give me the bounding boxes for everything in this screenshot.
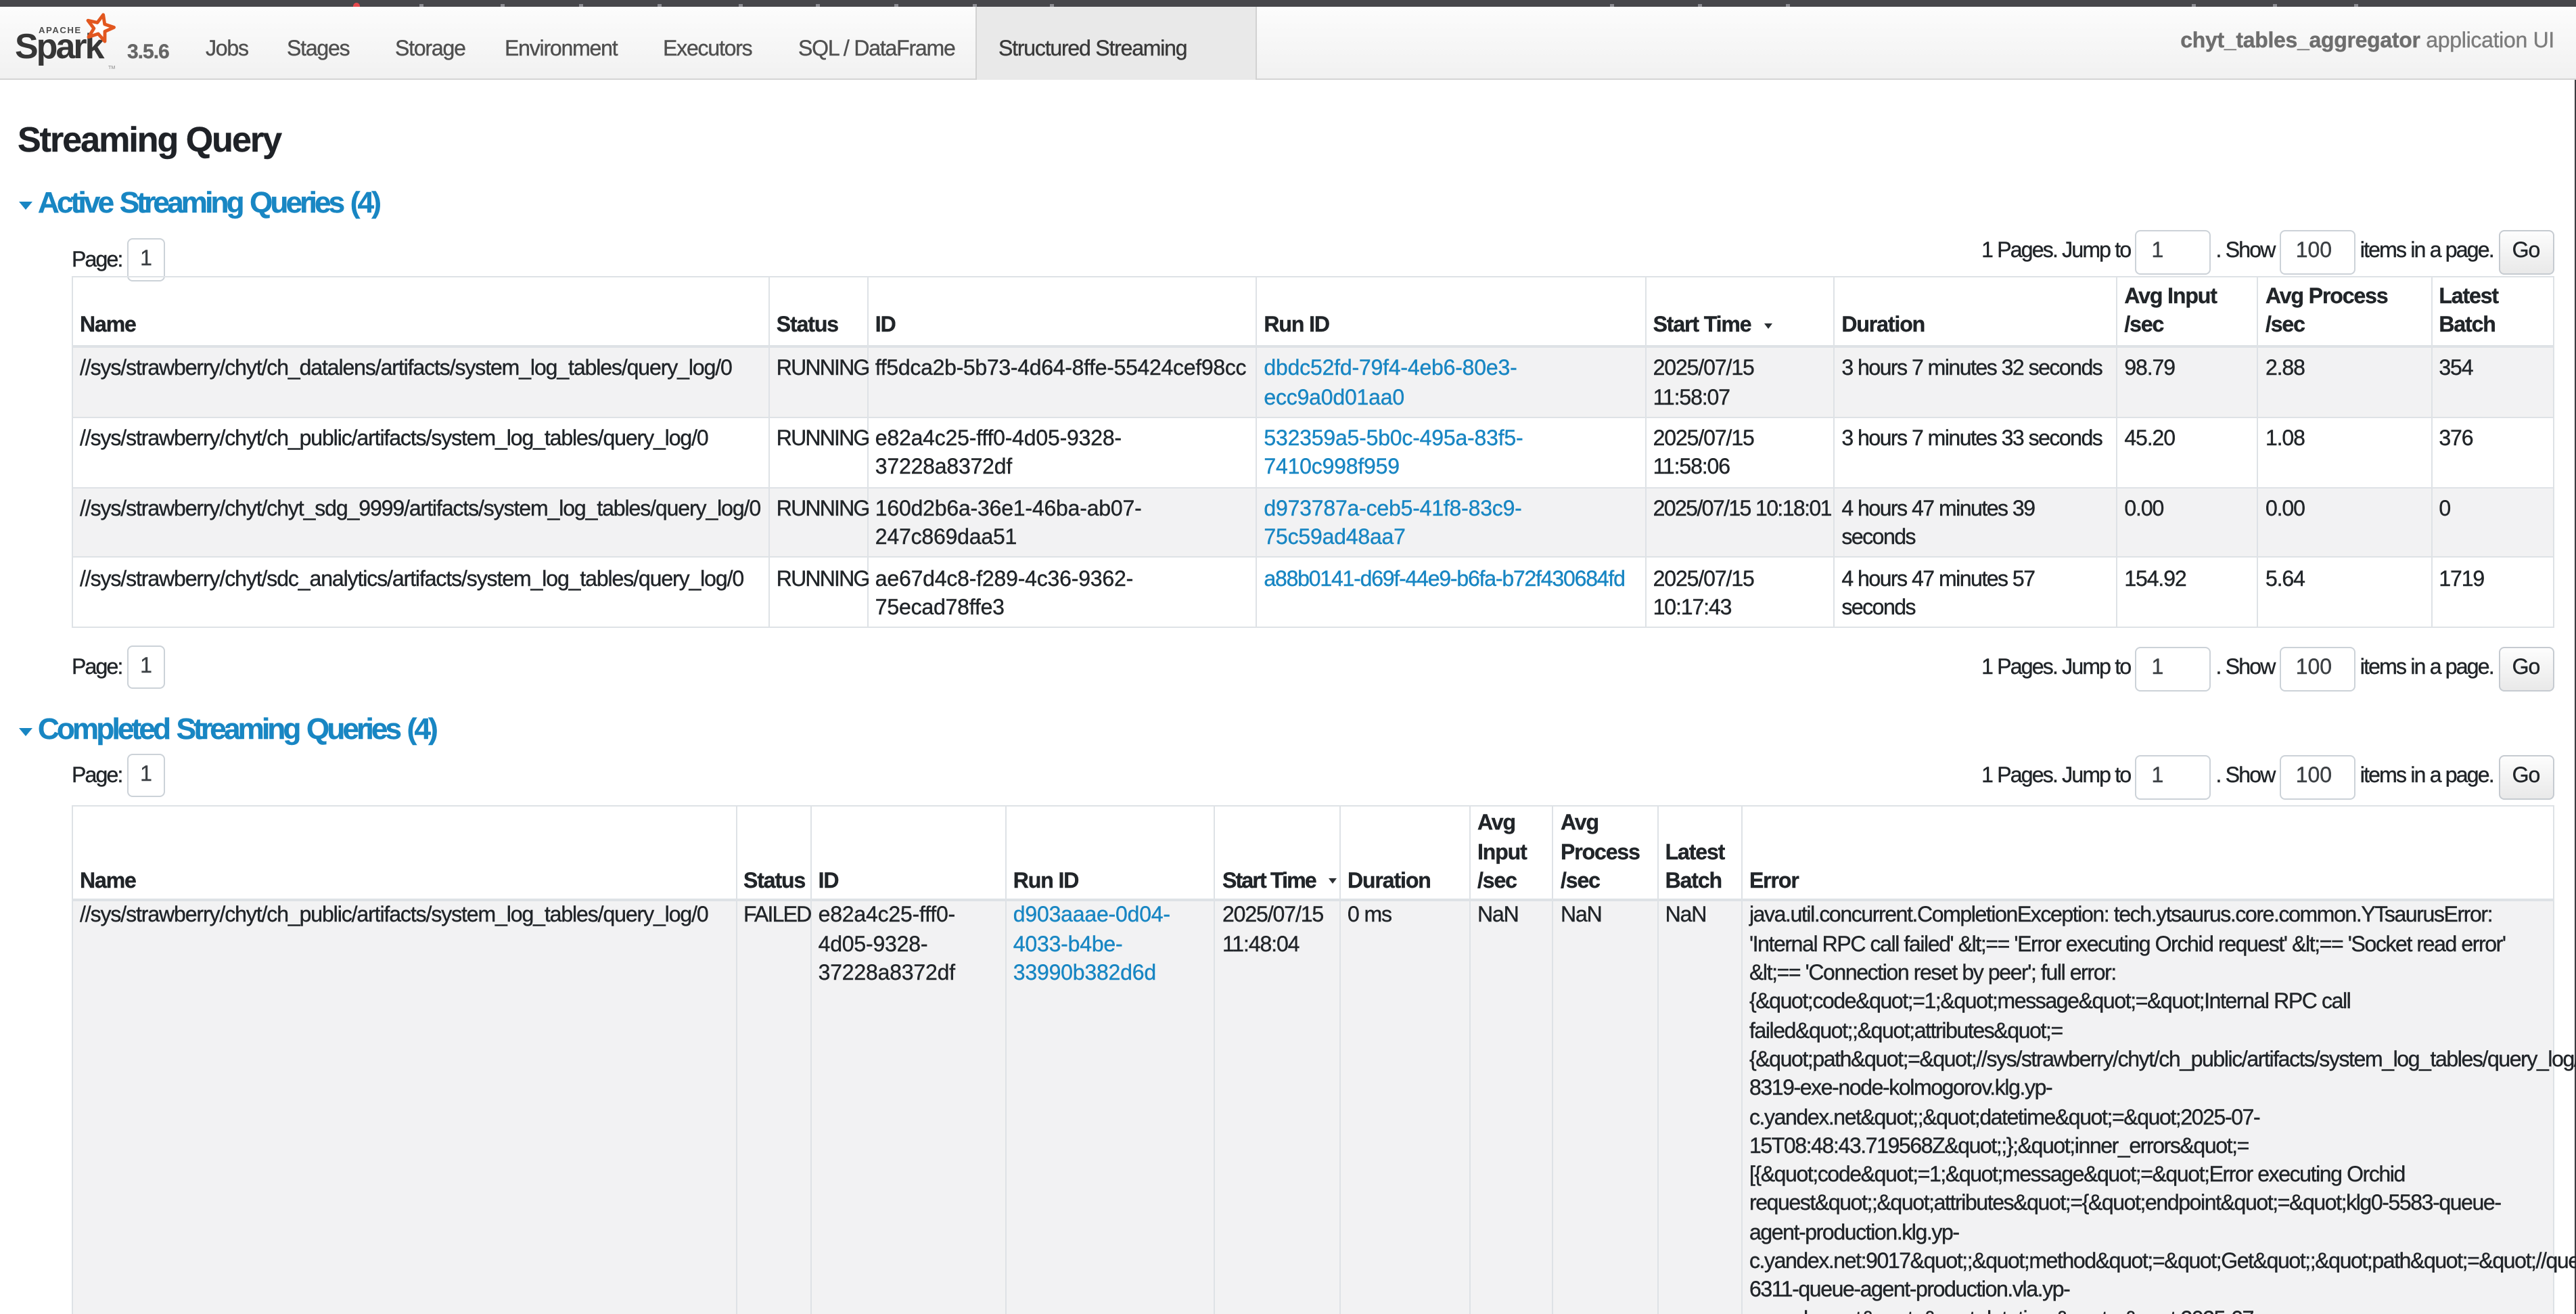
svg-text:TM: TM bbox=[108, 64, 115, 70]
